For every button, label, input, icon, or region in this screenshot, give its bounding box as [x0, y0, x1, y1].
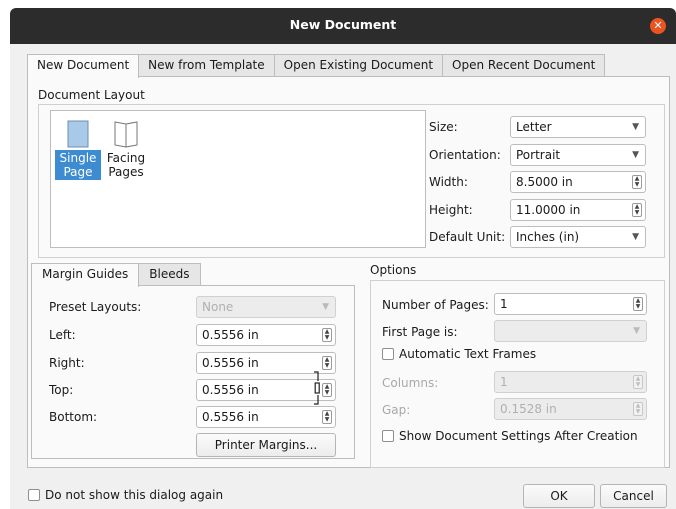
left-margin-spinbox[interactable]: 0.5556 in ▲ ▼: [196, 324, 336, 346]
left-margin-label: Left:: [49, 328, 76, 342]
gap-value: 0.1528 in: [500, 402, 557, 416]
automatic-text-frames-checkbox[interactable]: Automatic Text Frames: [382, 347, 536, 361]
width-label: Width:: [429, 175, 468, 189]
chevron-down-icon: ▼: [632, 122, 639, 132]
left-margin-value: 0.5556 in: [202, 328, 259, 342]
default-unit-label: Default Unit:: [429, 230, 506, 244]
tab-new-document[interactable]: New Document: [27, 54, 140, 78]
chevron-down-icon: ▼: [632, 232, 639, 242]
spinner-arrows-icon[interactable]: ▲ ▼: [632, 175, 642, 189]
bottom-margin-label: Bottom:: [49, 410, 98, 424]
spinner-arrows-icon[interactable]: ▲ ▼: [322, 383, 332, 397]
tab-margin-guides[interactable]: Margin Guides: [31, 263, 140, 287]
link-margins-chain-icon[interactable]: [314, 371, 320, 405]
spinner-arrows-icon[interactable]: ▲ ▼: [322, 410, 332, 424]
number-of-pages-spinbox[interactable]: 1 ▲ ▼: [494, 293, 647, 315]
chevron-down-icon: ▼: [633, 326, 640, 336]
height-value: 11.0000 in: [516, 203, 581, 217]
gap-label: Gap:: [382, 403, 411, 417]
height-spinbox[interactable]: 11.0000 in ▲ ▼: [510, 199, 646, 221]
options-heading: Options: [370, 263, 417, 277]
bottom-margin-spinbox[interactable]: 0.5556 in ▲ ▼: [196, 406, 336, 428]
close-icon[interactable]: ✕: [650, 18, 666, 34]
show-settings-after-creation-checkbox[interactable]: Show Document Settings After Creation: [382, 429, 638, 443]
first-page-select: ▼: [494, 320, 647, 342]
width-value: 8.5000 in: [516, 175, 573, 189]
tab-new-from-template[interactable]: New from Template: [138, 54, 275, 77]
columns-spinbox: 1 ▲ ▼: [494, 371, 647, 393]
dialog-body: New Document New from Template Open Exis…: [10, 44, 676, 509]
spinner-arrows-icon[interactable]: ▲ ▼: [632, 203, 642, 217]
ok-button[interactable]: OK: [523, 484, 595, 508]
spinner-arrows-icon[interactable]: ▲ ▼: [322, 328, 332, 342]
checkbox-icon: [382, 348, 394, 360]
main-tabs: New Document New from Template Open Exis…: [27, 54, 606, 78]
default-unit-value: Inches (in): [516, 230, 580, 244]
preset-layouts-value: None: [202, 300, 234, 314]
spinner-arrows-icon[interactable]: ▲ ▼: [633, 297, 643, 311]
orientation-value: Portrait: [516, 148, 561, 162]
right-margin-label: Right:: [49, 356, 85, 370]
tab-bleeds[interactable]: Bleeds: [138, 263, 201, 286]
single-page-icon: [67, 120, 89, 148]
size-value: Letter: [516, 120, 552, 134]
document-layout-heading: Document Layout: [38, 88, 145, 102]
preset-layouts-label: Preset Layouts:: [49, 300, 142, 314]
orientation-select[interactable]: Portrait ▼: [510, 144, 646, 166]
preset-layouts-select: None ▼: [196, 296, 336, 318]
bottom-margin-value: 0.5556 in: [202, 410, 259, 424]
top-margin-label: Top:: [49, 383, 74, 397]
facing-pages-icon: [114, 121, 138, 148]
layout-list[interactable]: Single Page Facing Pages: [50, 110, 426, 248]
height-label: Height:: [429, 203, 473, 217]
layout-facing-pages[interactable]: Facing Pages: [103, 120, 149, 180]
layout-facing-label-1: Facing: [106, 151, 146, 165]
columns-value: 1: [500, 375, 508, 389]
layout-single-page[interactable]: Single Page: [55, 120, 101, 180]
number-of-pages-value: 1: [500, 297, 508, 311]
number-of-pages-label: Number of Pages:: [382, 298, 489, 312]
chevron-down-icon: ▼: [632, 150, 639, 160]
spinner-arrows-icon: ▲ ▼: [633, 402, 643, 416]
orientation-label: Orientation:: [429, 148, 501, 162]
columns-label: Columns:: [382, 376, 439, 390]
margin-tabs: Margin Guides Bleeds: [31, 263, 201, 287]
size-select[interactable]: Letter ▼: [510, 116, 646, 138]
first-page-label: First Page is:: [382, 325, 458, 339]
do-not-show-again-checkbox[interactable]: Do not show this dialog again: [28, 488, 223, 502]
layout-single-label-2: Page: [63, 165, 93, 179]
checkbox-icon: [28, 489, 40, 501]
title-bar: New Document ✕: [10, 8, 676, 44]
spinner-arrows-icon[interactable]: ▲ ▼: [322, 356, 332, 370]
do-not-show-again-label: Do not show this dialog again: [45, 488, 224, 502]
tab-open-recent-document[interactable]: Open Recent Document: [442, 54, 606, 77]
right-margin-value: 0.5556 in: [202, 356, 259, 370]
checkbox-icon: [382, 430, 394, 442]
automatic-text-frames-label: Automatic Text Frames: [399, 347, 537, 361]
spinner-arrows-icon: ▲ ▼: [633, 375, 643, 389]
top-margin-value: 0.5556 in: [202, 383, 259, 397]
layout-facing-label-2: Pages: [108, 165, 144, 179]
tab-open-existing-document[interactable]: Open Existing Document: [273, 54, 444, 77]
default-unit-select[interactable]: Inches (in) ▼: [510, 226, 646, 248]
width-spinbox[interactable]: 8.5000 in ▲ ▼: [510, 171, 646, 193]
gap-spinbox: 0.1528 in ▲ ▼: [494, 398, 647, 420]
window-title: New Document: [289, 17, 397, 32]
chevron-down-icon: ▼: [322, 302, 329, 312]
printer-margins-button[interactable]: Printer Margins...: [196, 433, 336, 457]
size-label: Size:: [429, 120, 458, 134]
layout-single-label-1: Single: [59, 151, 97, 165]
cancel-button[interactable]: Cancel: [600, 484, 667, 508]
show-settings-label: Show Document Settings After Creation: [399, 429, 638, 443]
